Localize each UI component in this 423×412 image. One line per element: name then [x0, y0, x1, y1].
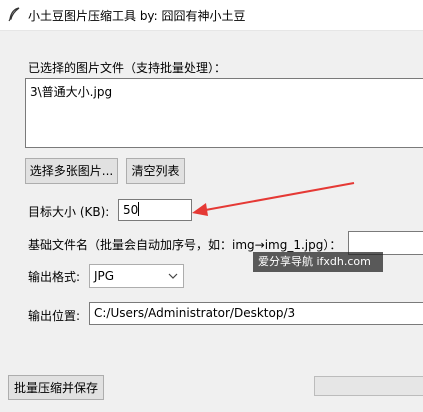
text-caret: [138, 202, 140, 216]
file-list-label: 已选择的图片文件（支持批量处理）：: [28, 61, 227, 75]
compress-save-button[interactable]: 批量压缩并保存: [8, 375, 104, 400]
output-location-input[interactable]: C:/Users/Administrator/Desktop/3: [89, 302, 423, 325]
clear-list-button[interactable]: 清空列表: [126, 158, 185, 184]
target-size-value: 50: [123, 203, 139, 217]
progress-bar: [314, 376, 423, 396]
file-listbox[interactable]: 3\普通大小.jpg: [25, 78, 423, 148]
window-title: 小土豆图片压缩工具 by: 囧囧有神小土豆: [28, 9, 246, 23]
output-format-select[interactable]: JPG: [89, 264, 184, 288]
target-size-input[interactable]: 50: [118, 199, 192, 221]
output-format-value: JPG: [94, 269, 115, 283]
file-list-item[interactable]: 3\普通大小.jpg: [30, 83, 112, 100]
target-size-label: 目标大小 (KB):: [28, 205, 110, 219]
chevron-down-icon: [168, 273, 178, 279]
output-location-label: 输出位置:: [28, 309, 81, 323]
watermark-overlay: 爱分享导航 ifxdh.com: [253, 252, 383, 272]
title-bar: 小土豆图片压缩工具 by: 囧囧有神小土豆: [0, 0, 423, 31]
output-format-label: 输出格式:: [28, 270, 81, 284]
select-images-button[interactable]: 选择多张图片...: [25, 158, 118, 184]
feather-icon: [8, 7, 20, 22]
base-name-label: 基础文件名（批量会自动加序号，如：img→img_1.jpg）：: [28, 238, 342, 252]
